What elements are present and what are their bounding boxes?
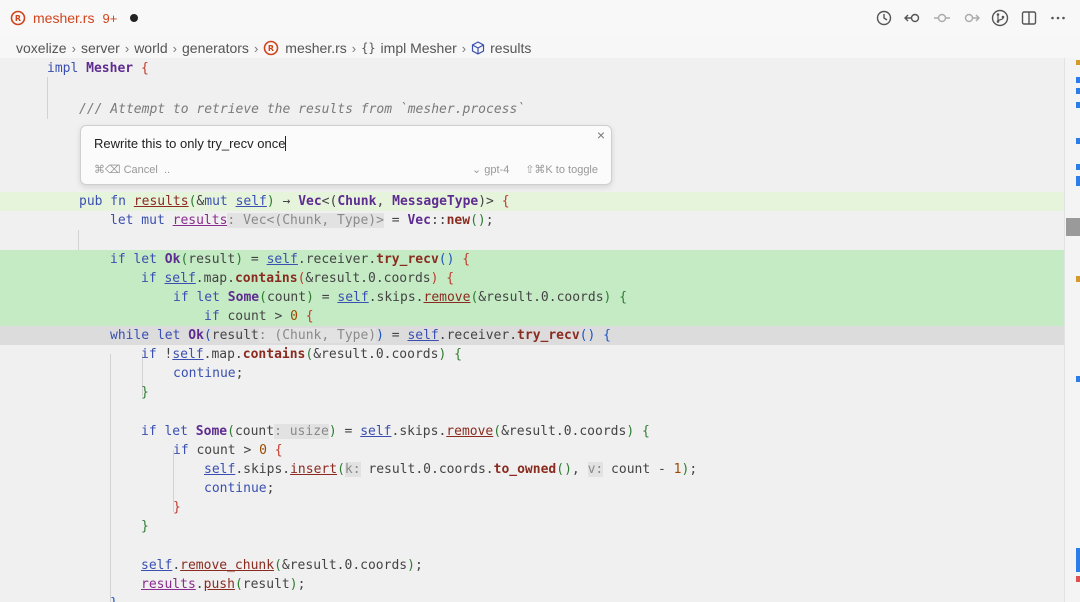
breadcrumb-item-generators[interactable]: generators bbox=[182, 40, 249, 56]
code-line: /// Attempt to retrieve the results from… bbox=[79, 102, 526, 117]
code-line: if count > 0 { bbox=[173, 443, 283, 458]
breadcrumb-item-voxelize[interactable]: voxelize bbox=[16, 40, 67, 56]
ruler-marker bbox=[1076, 276, 1080, 282]
problem-count-badge: 9+ bbox=[102, 10, 118, 26]
indent-guide bbox=[78, 230, 79, 250]
ruler-marker bbox=[1076, 176, 1080, 186]
ruler-marker bbox=[1076, 102, 1080, 108]
chevron-right-icon: › bbox=[253, 40, 259, 56]
code-line: if let Some(count) = self.skips.remove(&… bbox=[0, 288, 1064, 307]
ruler-marker bbox=[1076, 60, 1080, 65]
code-line: impl Mesher { bbox=[47, 61, 149, 76]
history-icon[interactable] bbox=[874, 8, 894, 28]
code-line: pub fn results(&mut self) → Vec<(Chunk, … bbox=[0, 192, 1064, 211]
code-line: } bbox=[0, 594, 1064, 602]
chevron-right-icon: › bbox=[461, 40, 467, 56]
tab-mesher-rs[interactable]: R mesher.rs 9+ bbox=[10, 7, 139, 29]
ruler-marker bbox=[1076, 576, 1080, 582]
rust-file-icon: R bbox=[263, 40, 279, 56]
breadcrumb-item-impl[interactable]: impl Mesher bbox=[381, 40, 457, 56]
code-line: if count > 0 { bbox=[0, 307, 1064, 326]
chevron-right-icon: › bbox=[71, 40, 76, 56]
code-line: if let Some(count: usize) = self.skips.r… bbox=[141, 424, 650, 439]
ellipsis-indicator: .. bbox=[164, 164, 171, 176]
close-icon[interactable]: × bbox=[597, 127, 605, 143]
code-line: while let Ok(result: (Chunk, Type)) = se… bbox=[0, 326, 1064, 345]
split-editor-icon[interactable] bbox=[1019, 8, 1039, 28]
code-line: if let Ok(result) = self.receiver.try_re… bbox=[0, 250, 1064, 269]
breadcrumb-item-server[interactable]: server bbox=[81, 40, 120, 56]
overview-ruler[interactable] bbox=[1064, 58, 1080, 602]
more-icon[interactable] bbox=[1048, 8, 1068, 28]
breadcrumb-item-file[interactable]: mesher.rs bbox=[285, 40, 346, 56]
editor-toolbar bbox=[874, 8, 1068, 28]
chevron-right-icon: › bbox=[351, 40, 357, 56]
code-line: if !self.map.contains(&result.0.coords) … bbox=[141, 347, 462, 362]
code-line: self.remove_chunk(&result.0.coords); bbox=[141, 558, 423, 573]
code-line: } bbox=[141, 385, 149, 400]
chevron-right-icon: › bbox=[124, 40, 130, 56]
prompt-input[interactable]: Rewrite this to only try_recv once bbox=[94, 136, 287, 151]
tab-title: mesher.rs bbox=[33, 10, 95, 26]
ruler-marker bbox=[1076, 77, 1080, 83]
breadcrumb-item-results[interactable]: results bbox=[490, 40, 531, 56]
braces-icon: {} bbox=[361, 41, 376, 55]
chevron-right-icon: › bbox=[172, 40, 177, 56]
cube-icon bbox=[471, 41, 485, 55]
model-select[interactable]: ⌄ gpt-4 bbox=[472, 163, 509, 176]
code-line: let mut results: Vec<(Chunk, Type)> = Ve… bbox=[110, 213, 494, 228]
tab-bar: R mesher.rs 9+ bbox=[0, 0, 1080, 36]
text-caret bbox=[285, 136, 287, 151]
ruler-marker bbox=[1076, 164, 1080, 170]
svg-text:R: R bbox=[15, 14, 21, 23]
inline-edit-prompt: Rewrite this to only try_recv once × ⌘⌫ … bbox=[80, 125, 612, 185]
code-line: self.skips.insert(k: result.0.coords.to_… bbox=[204, 462, 698, 477]
forward-icon[interactable] bbox=[961, 8, 981, 28]
code-line: continue; bbox=[204, 481, 275, 496]
rust-file-icon: R bbox=[10, 10, 26, 26]
commit-icon[interactable] bbox=[932, 8, 952, 28]
code-line: } bbox=[141, 519, 149, 534]
code-line: results.push(result); bbox=[141, 577, 306, 592]
ruler-marker bbox=[1076, 138, 1080, 144]
source-control-icon[interactable] bbox=[990, 8, 1010, 28]
code-line: if self.map.contains(&result.0.coords) { bbox=[0, 269, 1064, 288]
back-icon[interactable] bbox=[903, 8, 923, 28]
svg-text:R: R bbox=[268, 44, 274, 53]
code-line: continue; bbox=[173, 366, 244, 381]
ruler-marker bbox=[1076, 88, 1080, 94]
cancel-button[interactable]: ⌘⌫ Cancel bbox=[94, 163, 158, 176]
toggle-hint: ⇧⌘K to toggle bbox=[525, 164, 598, 176]
breadcrumb-item-world[interactable]: world bbox=[134, 40, 167, 56]
ruler-marker bbox=[1076, 376, 1080, 382]
ruler-marker bbox=[1076, 548, 1080, 572]
code-line: } bbox=[173, 500, 181, 515]
breadcrumb: voxelize › server › world › generators ›… bbox=[16, 38, 531, 58]
scrollbar-thumb[interactable] bbox=[1066, 218, 1080, 236]
unsaved-dot-icon[interactable] bbox=[130, 14, 139, 22]
